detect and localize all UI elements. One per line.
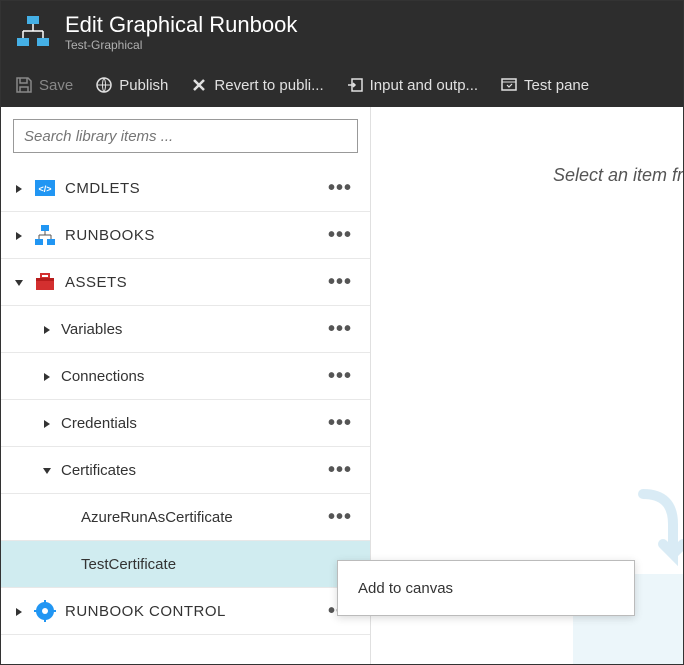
more-icon[interactable]: ••• [322, 224, 358, 247]
revert-icon [190, 76, 208, 94]
tree-item-assets[interactable]: ASSETS ••• [1, 259, 370, 306]
more-icon[interactable]: ••• [322, 506, 358, 529]
tree-label: Credentials [61, 415, 322, 432]
tree-label: CMDLETS [65, 180, 322, 197]
test-pane-button[interactable]: Test pane [500, 76, 589, 94]
tree-label: Certificates [61, 462, 322, 479]
runbook-graph-icon [15, 14, 51, 50]
publish-icon [95, 76, 113, 94]
caret-down-icon [41, 464, 53, 476]
tree-item-runbooks[interactable]: RUNBOOKS ••• [1, 212, 370, 259]
svg-text:</>: </> [38, 184, 51, 194]
more-icon[interactable]: ••• [322, 177, 358, 200]
input-output-icon [346, 76, 364, 94]
toolbar: Save Publish Revert to publi... Input an… [1, 63, 683, 107]
test-pane-label: Test pane [524, 77, 589, 94]
tree-label: RUNBOOKS [65, 227, 322, 244]
page-title: Edit Graphical Runbook [65, 12, 297, 38]
tree-label: TestCertificate [81, 556, 358, 573]
tree-item-variables[interactable]: Variables ••• [1, 306, 370, 353]
publish-button[interactable]: Publish [95, 76, 168, 94]
cmdlets-icon: </> [33, 176, 57, 200]
context-menu-add-to-canvas[interactable]: Add to canvas [358, 580, 453, 597]
tree-item-connections[interactable]: Connections ••• [1, 353, 370, 400]
context-menu: Add to canvas [337, 560, 635, 616]
save-label: Save [39, 77, 73, 94]
header-text: Edit Graphical Runbook Test-Graphical [65, 12, 297, 52]
assets-icon [33, 270, 57, 294]
caret-down-icon [13, 276, 25, 288]
library-sidebar: </> CMDLETS ••• RUNBOOKS ••• [1, 107, 371, 664]
tree-item-azure-runas-cert[interactable]: AzureRunAsCertificate ••• [1, 494, 370, 541]
caret-right-icon [13, 229, 25, 241]
tree-item-credentials[interactable]: Credentials ••• [1, 400, 370, 447]
runbook-control-icon [33, 599, 57, 623]
canvas-hint: Select an item fr [553, 165, 683, 186]
more-icon[interactable]: ••• [322, 459, 358, 482]
more-icon[interactable]: ••• [322, 365, 358, 388]
input-output-label: Input and outp... [370, 77, 478, 94]
caret-right-icon [41, 323, 53, 335]
save-button[interactable]: Save [15, 76, 73, 94]
runbooks-icon [33, 223, 57, 247]
page-subtitle: Test-Graphical [65, 38, 297, 52]
input-output-button[interactable]: Input and outp... [346, 76, 478, 94]
tree-label: ASSETS [65, 274, 322, 291]
save-icon [15, 76, 33, 94]
library-tree: </> CMDLETS ••• RUNBOOKS ••• [1, 165, 370, 664]
more-icon[interactable]: ••• [322, 412, 358, 435]
publish-label: Publish [119, 77, 168, 94]
revert-label: Revert to publi... [214, 77, 323, 94]
caret-right-icon [13, 182, 25, 194]
more-icon[interactable]: ••• [322, 318, 358, 341]
header: Edit Graphical Runbook Test-Graphical [1, 1, 683, 63]
tree-item-certificates[interactable]: Certificates ••• [1, 447, 370, 494]
caret-right-icon [41, 370, 53, 382]
tree-label: Variables [61, 321, 322, 338]
caret-right-icon [13, 605, 25, 617]
tree-label: AzureRunAsCertificate [81, 509, 322, 526]
tree-label: RUNBOOK CONTROL [65, 603, 322, 620]
test-pane-icon [500, 76, 518, 94]
revert-button[interactable]: Revert to publi... [190, 76, 323, 94]
search-input[interactable] [13, 119, 358, 153]
tree-item-test-cert[interactable]: TestCertificate [1, 541, 370, 588]
tree-item-runbook-control[interactable]: RUNBOOK CONTROL ••• [1, 588, 370, 635]
tree-item-cmdlets[interactable]: </> CMDLETS ••• [1, 165, 370, 212]
caret-right-icon [41, 417, 53, 429]
tree-label: Connections [61, 368, 322, 385]
more-icon[interactable]: ••• [322, 271, 358, 294]
